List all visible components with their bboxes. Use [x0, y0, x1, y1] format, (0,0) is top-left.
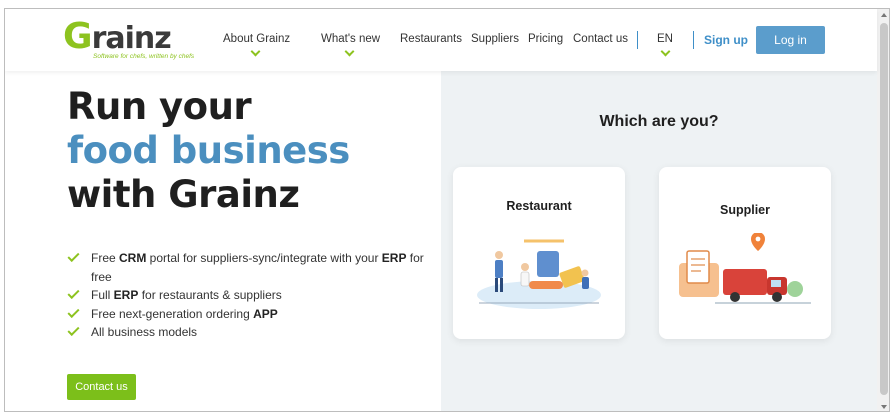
language-selector[interactable]: EN: [657, 33, 673, 57]
restaurant-card[interactable]: Restaurant: [453, 167, 625, 339]
chevron-down-icon: [344, 46, 355, 57]
logo-tagline: Software for chefs, written by chefs: [93, 53, 195, 60]
grainz-logo[interactable]: Grainz Software for chefs, written by ch…: [63, 19, 213, 63]
restaurant-card-title: Restaurant: [506, 199, 572, 213]
nav-about-label: About Grainz: [223, 33, 291, 45]
log-in-button[interactable]: Log in: [756, 26, 825, 54]
hero-line-1: Run your: [67, 85, 252, 128]
nav-suppliers[interactable]: Suppliers: [471, 33, 519, 45]
nav-whats-new-label: What's new: [321, 33, 381, 45]
chevron-down-icon: [660, 46, 671, 57]
nav-divider: [637, 31, 638, 49]
scrollbar-thumb[interactable]: [880, 23, 888, 395]
supplier-card[interactable]: Supplier: [659, 167, 831, 339]
hero-line-2: food business: [67, 129, 350, 172]
check-icon: [67, 323, 80, 337]
nav-whats-new[interactable]: What's new: [321, 33, 381, 57]
feature-item: Full ERP for restaurants & suppliers: [67, 286, 437, 305]
site-header: Grainz Software for chefs, written by ch…: [5, 9, 877, 71]
supplier-illustration: [679, 233, 811, 304]
nav-about-grainz[interactable]: About Grainz: [223, 33, 291, 57]
feature-item: Free CRM portal for suppliers-sync/integ…: [67, 249, 437, 286]
language-label: EN: [657, 33, 673, 45]
vertical-scrollbar[interactable]: [877, 9, 889, 411]
hero-title: Run your food business with Grainz: [67, 85, 350, 217]
nav-divider: [693, 31, 694, 49]
supplier-card-title: Supplier: [719, 203, 770, 217]
user-type-chooser: Which are you? Restaurant Supplier: [441, 71, 877, 411]
feature-item: All business models: [67, 323, 437, 342]
hero-line-3: with Grainz: [67, 173, 300, 216]
sign-up-link[interactable]: Sign up: [704, 33, 748, 47]
nav-contact-us[interactable]: Contact us: [573, 33, 628, 45]
chooser-heading: Which are you?: [599, 113, 719, 130]
restaurant-illustration: [477, 239, 601, 309]
feature-item: Free next-generation ordering APP: [67, 305, 437, 324]
scroll-up-icon[interactable]: [881, 13, 887, 17]
scroll-down-icon[interactable]: [881, 405, 887, 409]
contact-us-button[interactable]: Contact us: [67, 374, 136, 400]
check-icon: [67, 249, 80, 263]
logo-wordmark: Grainz: [63, 16, 172, 57]
nav-restaurants[interactable]: Restaurants: [400, 33, 462, 45]
nav-pricing[interactable]: Pricing: [528, 33, 563, 45]
check-icon: [67, 286, 80, 300]
check-icon: [67, 305, 80, 318]
chevron-down-icon: [250, 46, 261, 57]
feature-list: Free CRM portal for suppliers-sync/integ…: [67, 249, 437, 342]
browser-viewport: Grainz Software for chefs, written by ch…: [4, 8, 890, 412]
